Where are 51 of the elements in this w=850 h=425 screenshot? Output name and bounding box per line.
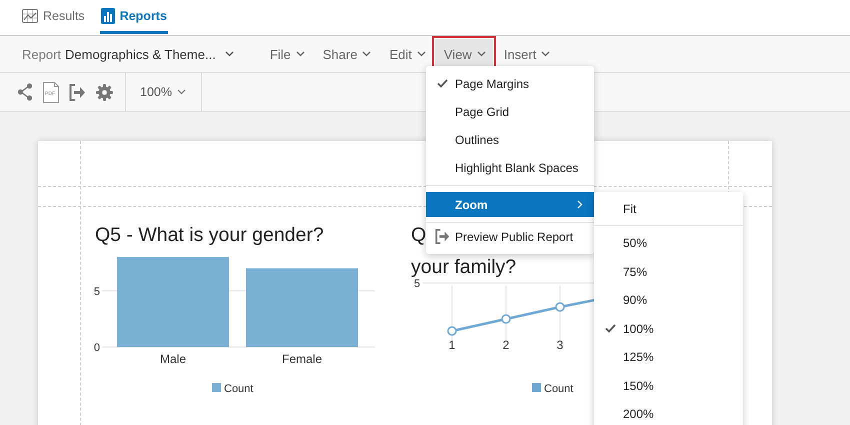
menu-button[interactable]: Edit xyxy=(380,39,433,69)
caret-icon xyxy=(541,51,550,57)
bar-chart-icon xyxy=(100,8,115,24)
menu-item[interactable]: 75% xyxy=(594,258,743,286)
caret-icon xyxy=(176,89,186,95)
caret-icon xyxy=(416,51,426,57)
axis-tick-label: 5 xyxy=(414,278,420,290)
category-label: Female xyxy=(282,352,322,366)
menu-item[interactable]: 50% xyxy=(594,229,743,258)
caret-icon xyxy=(362,51,372,57)
menu-item[interactable]: Page Grid xyxy=(426,98,594,126)
menu-item[interactable]: Page Margins xyxy=(426,70,594,98)
menu-item[interactable]: 90% xyxy=(594,286,743,314)
menu-item[interactable]: Fit xyxy=(594,195,743,223)
axis-tick-label: 1 xyxy=(448,338,456,352)
axis-tick-label: 0 xyxy=(94,342,100,354)
menu-item[interactable]: Highlight Blank Spaces xyxy=(426,154,594,182)
menu-item[interactable]: 125% xyxy=(594,343,743,372)
share-icon[interactable] xyxy=(17,83,33,101)
legend-label: Count xyxy=(224,383,254,395)
axis-tick-label: 3 xyxy=(556,338,564,352)
export-icon[interactable] xyxy=(69,84,86,100)
legend-swatch xyxy=(532,383,541,392)
menu-button[interactable]: View xyxy=(434,39,493,69)
submenu-item[interactable]: Zoom xyxy=(426,192,594,217)
category-label: Male xyxy=(160,352,186,366)
caret-icon xyxy=(224,51,234,57)
zoom-dropdown[interactable]: 100% xyxy=(126,73,202,111)
menu-button[interactable]: Share xyxy=(314,39,378,69)
legend-label: Count xyxy=(544,383,574,395)
export-icon xyxy=(435,229,450,244)
nav-tab[interactable]: Results xyxy=(21,0,86,34)
axis-tick-label: 2 xyxy=(502,338,510,352)
chart-grid-icon xyxy=(22,8,38,22)
legend-swatch xyxy=(212,383,221,392)
caret-icon xyxy=(476,51,486,57)
caret-icon xyxy=(296,51,305,57)
menu-item[interactable]: Outlines xyxy=(426,126,594,154)
chart-title: Q xyxy=(410,223,426,248)
chart-title: Q5 - What is your gender? xyxy=(94,223,325,247)
menu-item[interactable]: Preview Public Report xyxy=(426,223,594,251)
menu-button[interactable]: Insert xyxy=(494,39,558,69)
menu-item[interactable]: 150% xyxy=(594,372,743,400)
axis-tick-label: 5 xyxy=(94,286,100,298)
menu-button[interactable]: File xyxy=(260,39,312,69)
chevron-right-icon xyxy=(577,200,583,209)
report-selector[interactable]: Report Demographics & Theme... xyxy=(22,46,234,62)
settings-icon[interactable] xyxy=(96,84,113,100)
menu-item[interactable]: 100% xyxy=(594,314,743,343)
menu-item[interactable]: 200% xyxy=(594,400,743,425)
chart-title: your family? xyxy=(410,257,516,278)
